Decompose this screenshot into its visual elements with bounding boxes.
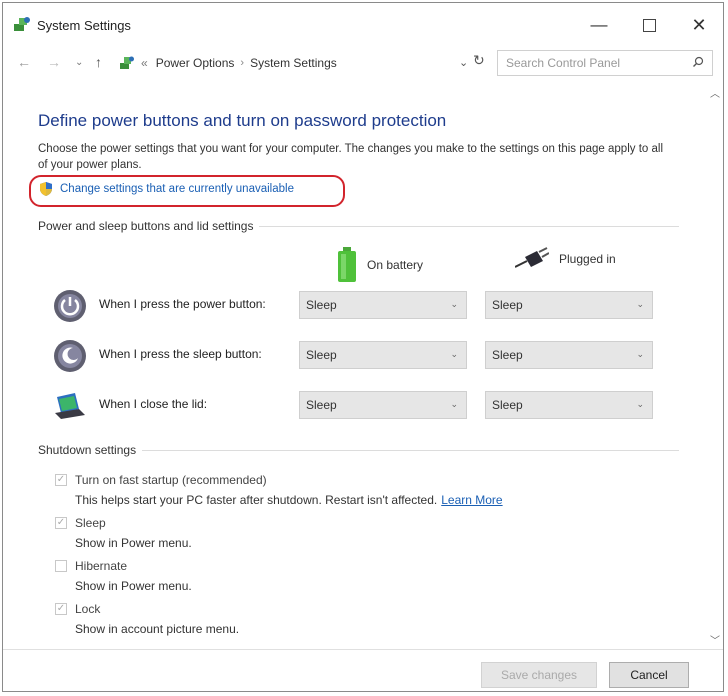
search-input[interactable]: Search Control Panel [497,50,713,76]
hibernate-description: Show in Power menu. [75,579,192,593]
sleep-button-label: When I press the sleep button: [99,347,262,361]
search-placeholder: Search Control Panel [506,56,621,70]
laptop-lid-icon [55,393,85,419]
content-pane: Define power buttons and turn on passwor… [3,83,707,649]
chevron-down-icon: ⌄ [636,349,644,359]
chevron-down-icon: ⌄ [636,399,644,409]
address-dropdown-button[interactable]: ⌄ [459,56,468,69]
maximize-icon [642,18,656,32]
lid-plugged-value: Sleep [492,398,523,412]
chevron-down-icon: ⌄ [450,299,458,309]
save-changes-button[interactable]: Save changes [481,662,597,688]
sleep-button-icon [54,340,86,372]
maximize-button[interactable] [629,11,669,39]
learn-more-link[interactable]: Learn More [441,493,502,507]
lock-checkbox[interactable]: ✓ [55,603,67,615]
forward-button[interactable]: → [47,54,61,70]
page-description: Choose the power settings that you want … [38,143,663,171]
chevron-down-icon: ⌄ [450,349,458,359]
window-title: System Settings [37,18,131,33]
plugged-in-label: Plugged in [559,252,616,266]
lock-description: Show in account picture menu. [75,622,240,636]
change-settings-link[interactable]: Change settings that are currently unava… [38,181,294,197]
change-settings-label: Change settings that are currently unava… [60,183,294,195]
control-panel-icon [14,17,30,31]
recent-locations-button[interactable]: ⌄ [75,57,83,68]
chevron-down-icon: ⌄ [450,399,458,409]
lid-battery-select[interactable]: Sleep ⌄ [299,391,467,419]
sleep-checkbox[interactable]: ✓ [55,517,67,529]
fast-startup-label: Turn on fast startup (recommended) [75,473,267,487]
page-title: Define power buttons and turn on passwor… [38,111,447,130]
sleep-description: Show in Power menu. [75,536,192,550]
control-panel-icon [120,56,134,69]
fast-startup-description: This helps start your PC faster after sh… [75,493,503,507]
sleep-button-plugged-value: Sleep [492,348,523,362]
power-button-label: When I press the power button: [99,297,266,311]
power-button-plugged-select[interactable]: Sleep ⌄ [485,291,653,319]
uac-shield-icon [40,182,52,196]
power-button-icon [54,290,86,322]
scroll-down-icon[interactable]: ﹀ [710,632,720,647]
sleep-label: Sleep [75,516,106,530]
on-battery-label: On battery [367,258,424,272]
scroll-up-icon[interactable]: ︿ [710,85,720,100]
refresh-button[interactable]: ↻ [473,52,485,69]
shutdown-group-label: Shutdown settings [38,443,143,457]
lid-label: When I close the lid: [99,397,208,411]
breadcrumb-power-options[interactable]: Power Options [156,56,235,70]
chevron-down-icon: ⌄ [636,299,644,309]
power-button-battery-value: Sleep [306,298,337,312]
column-plugged-in: Plugged in [515,247,616,271]
sleep-button-battery-select[interactable]: Sleep ⌄ [299,341,467,369]
sleep-button-plugged-select[interactable]: Sleep ⌄ [485,341,653,369]
close-button[interactable]: ✕ [679,11,719,39]
system-settings-window: System Settings — ✕ ← → ⌄ ↑ « Power Opti… [2,2,724,692]
power-button-row: When I press the power button: Sleep ⌄ S… [53,287,663,323]
column-on-battery: On battery [337,247,423,283]
vertical-scrollbar[interactable]: ︿ ﹀ [707,83,723,649]
hibernate-checkbox[interactable] [55,560,67,572]
power-plug-icon [515,247,549,268]
lid-plugged-select[interactable]: Sleep ⌄ [485,391,653,419]
sleep-button-row: When I press the sleep button: Sleep ⌄ S… [53,337,663,373]
breadcrumb-overflow[interactable]: « [141,56,148,70]
lid-battery-value: Sleep [306,398,337,412]
search-icon [693,56,704,67]
address-field[interactable]: « Power Options › System Settings [113,51,493,75]
power-button-battery-select[interactable]: Sleep ⌄ [299,291,467,319]
power-group-label: Power and sleep buttons and lid settings [38,219,260,233]
fast-startup-checkbox[interactable]: ✓ [55,474,67,486]
breadcrumb-separator: › [240,57,245,69]
hibernate-label: Hibernate [75,559,128,573]
sleep-button-battery-value: Sleep [306,348,337,362]
cancel-button[interactable]: Cancel [609,662,689,688]
minimize-button[interactable]: — [579,11,619,39]
title-bar: System Settings — ✕ [3,3,723,47]
fast-startup-sub: This helps start your PC faster after sh… [75,493,438,507]
back-button[interactable]: ← [17,54,31,70]
battery-icon [338,247,356,282]
power-button-plugged-value: Sleep [492,298,523,312]
address-bar: ← → ⌄ ↑ « Power Options › System Setting… [3,47,723,79]
footer-bar: Save changes Cancel [3,649,723,692]
breadcrumb-system-settings[interactable]: System Settings [250,56,337,70]
lock-label: Lock [75,602,101,616]
lid-row: When I close the lid: Sleep ⌄ Sleep ⌄ [53,387,663,423]
up-button[interactable]: ↑ [95,54,102,70]
